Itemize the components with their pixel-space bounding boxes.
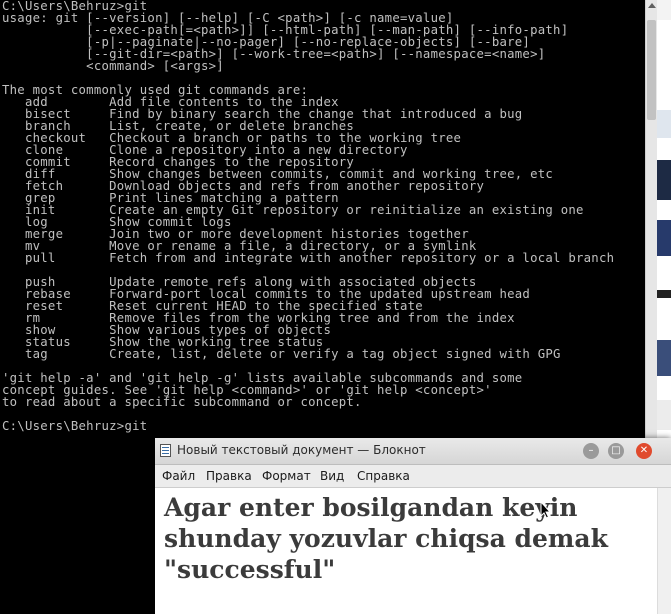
console-line: to read about a specific subcommand or c… [2, 395, 362, 409]
close-icon: ✕ [639, 445, 649, 456]
console-output[interactable]: C:\Users\Behruz>git usage: git [--version… [0, 0, 645, 432]
close-button[interactable]: ✕ [636, 443, 652, 459]
text-cursor-icon [540, 501, 552, 519]
console-line: tag Create, list, delete or verify a tag… [2, 347, 561, 361]
console-line: C:\Users\Behruz>git [2, 419, 148, 433]
text-editor[interactable]: Agar enter bosilgandan keyin shunday yoz… [155, 488, 657, 614]
menu-file[interactable]: Файл [162, 469, 195, 483]
console-line: <command> [<args>] [2, 59, 224, 73]
console-scroll-thumb[interactable] [647, 20, 656, 120]
editor-scrollbar[interactable] [657, 488, 671, 614]
menu-bar: Файл Правка Формат Вид Справка [155, 465, 671, 488]
maximize-button[interactable]: □ [608, 443, 624, 459]
menu-format[interactable]: Формат [262, 469, 311, 483]
editor-content[interactable]: Agar enter bosilgandan keyin shunday yoz… [164, 492, 644, 585]
scroll-up-arrow-icon[interactable] [648, 3, 656, 8]
notepad-icon [160, 444, 171, 457]
menu-view[interactable]: Вид [320, 469, 344, 483]
maximize-icon: □ [611, 445, 621, 456]
console-line: pull Fetch from and integrate with anoth… [2, 251, 615, 265]
menu-help[interactable]: Справка [357, 469, 410, 483]
notepad-window[interactable]: Новый текстовый документ — Блокнот – □ ✕… [155, 438, 671, 614]
window-title: Новый текстовый документ — Блокнот [177, 443, 426, 457]
notepad-titlebar[interactable]: Новый текстовый документ — Блокнот – □ ✕ [155, 438, 671, 465]
minimize-icon: – [588, 445, 594, 456]
minimize-button[interactable]: – [583, 443, 599, 459]
menu-edit[interactable]: Правка [206, 469, 252, 483]
